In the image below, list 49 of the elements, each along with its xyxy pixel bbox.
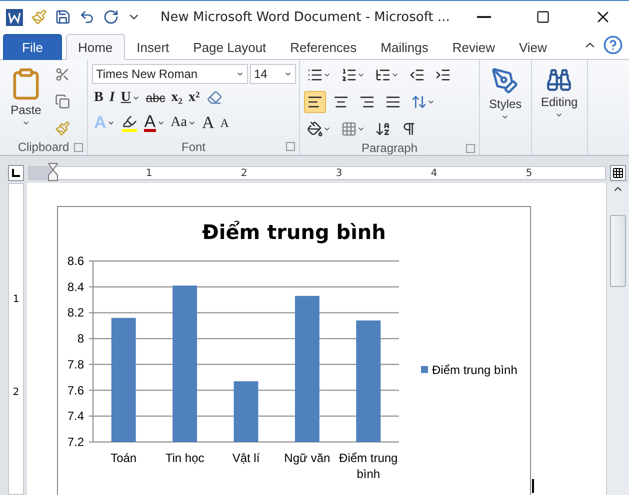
category-label: Điểm trung bình xyxy=(339,451,398,481)
font-format-button[interactable]: A xyxy=(218,114,231,132)
y-tick-label: 7.6 xyxy=(67,383,84,398)
group-label: Font xyxy=(181,140,206,154)
ribbon-tab[interactable]: Mailings xyxy=(368,34,440,60)
category-label: Toán xyxy=(110,451,137,465)
ruler-number: 2 xyxy=(240,168,248,178)
category-label: Tin học xyxy=(165,451,204,465)
font-format-button[interactable]: x₂ xyxy=(169,88,184,106)
y-tick-label: 7.8 xyxy=(67,357,84,372)
styles-button[interactable]: Styles xyxy=(484,64,527,155)
y-tick-label: 7.2 xyxy=(67,435,84,449)
font-format-button[interactable]: I xyxy=(107,88,117,106)
ruler-number: 4 xyxy=(430,168,438,178)
ribbon-tab[interactable]: References xyxy=(278,34,369,60)
font-format-button[interactable]: B xyxy=(92,88,106,106)
font-format-button[interactable]: A xyxy=(200,112,216,134)
category-label: Vật lí xyxy=(232,451,260,465)
ruler-number: 3 xyxy=(336,168,342,178)
chart-title: Điểm trung bình xyxy=(202,220,386,244)
editing-button[interactable]: Editing xyxy=(536,64,583,155)
ruler-number: 5 xyxy=(526,168,532,178)
ribbon-tab[interactable]: Insert xyxy=(124,34,182,60)
font-size-field[interactable]: 14 xyxy=(250,64,296,84)
font-format-button[interactable]: U xyxy=(118,88,142,106)
ribbon-tab[interactable]: Home xyxy=(66,34,125,60)
font-format-button[interactable]: A xyxy=(142,113,167,133)
ruler-number: 1 xyxy=(146,168,152,178)
font-format-button[interactable]: x² xyxy=(186,88,202,106)
y-tick-label: 7.4 xyxy=(67,409,84,424)
file-tab[interactable]: File xyxy=(3,34,62,60)
ruler-number: 2 xyxy=(12,387,20,398)
ribbon-tab[interactable]: Review xyxy=(440,34,507,60)
ribbon-tab[interactable]: Page Layout xyxy=(181,34,278,60)
paste-button[interactable]: Paste xyxy=(4,64,48,139)
ribbon-tab[interactable]: View xyxy=(506,34,559,60)
legend-label: Điểm trung bình xyxy=(432,363,518,377)
font-name-field[interactable]: Times New Roman xyxy=(92,64,248,84)
font-format-button[interactable]: Aa xyxy=(168,114,198,132)
ruler-number: 1 xyxy=(12,294,20,305)
y-tick-label: 8 xyxy=(77,332,84,346)
group-label: Clipboard xyxy=(18,140,70,154)
y-tick-label: 8.2 xyxy=(67,306,84,320)
category-label: Ngữ văn xyxy=(284,451,330,465)
window-title: New Microsoft Word Document - Microsoft ... xyxy=(160,10,450,24)
group-label: Paragraph xyxy=(361,140,418,154)
y-tick-label: 8.6 xyxy=(67,254,84,268)
y-tick-label: 8.4 xyxy=(67,280,84,294)
font-format-button[interactable]: abc xyxy=(144,90,168,106)
